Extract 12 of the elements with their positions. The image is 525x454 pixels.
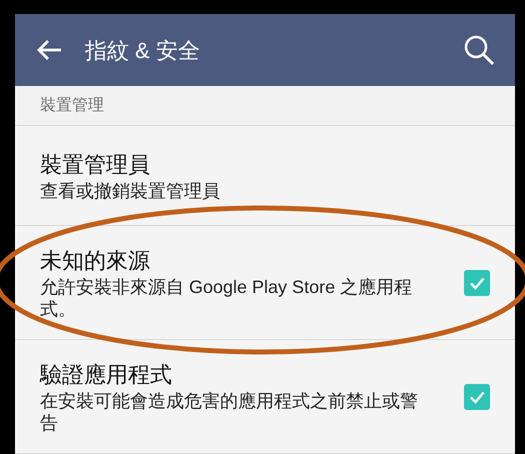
item-title: 裝置管理員	[40, 150, 151, 178]
item-summary: 允許安裝非來源自 Google Play Store 之應用程式。	[40, 276, 414, 320]
back-arrow-icon[interactable]	[35, 38, 63, 62]
checkbox[interactable]	[464, 384, 490, 410]
item-title: 未知的來源	[40, 246, 151, 274]
section-header: 裝置管理	[40, 96, 104, 116]
checkbox[interactable]	[464, 270, 490, 296]
item-title: 驗證應用程式	[40, 360, 173, 388]
screen-title: 指紋 & 安全	[85, 36, 200, 64]
item-summary: 在安裝可能會造成危害的應用程式之前禁止或警告	[40, 390, 419, 434]
item-summary: 查看或撤銷裝置管理員	[40, 180, 221, 202]
search-icon[interactable]	[463, 34, 495, 66]
